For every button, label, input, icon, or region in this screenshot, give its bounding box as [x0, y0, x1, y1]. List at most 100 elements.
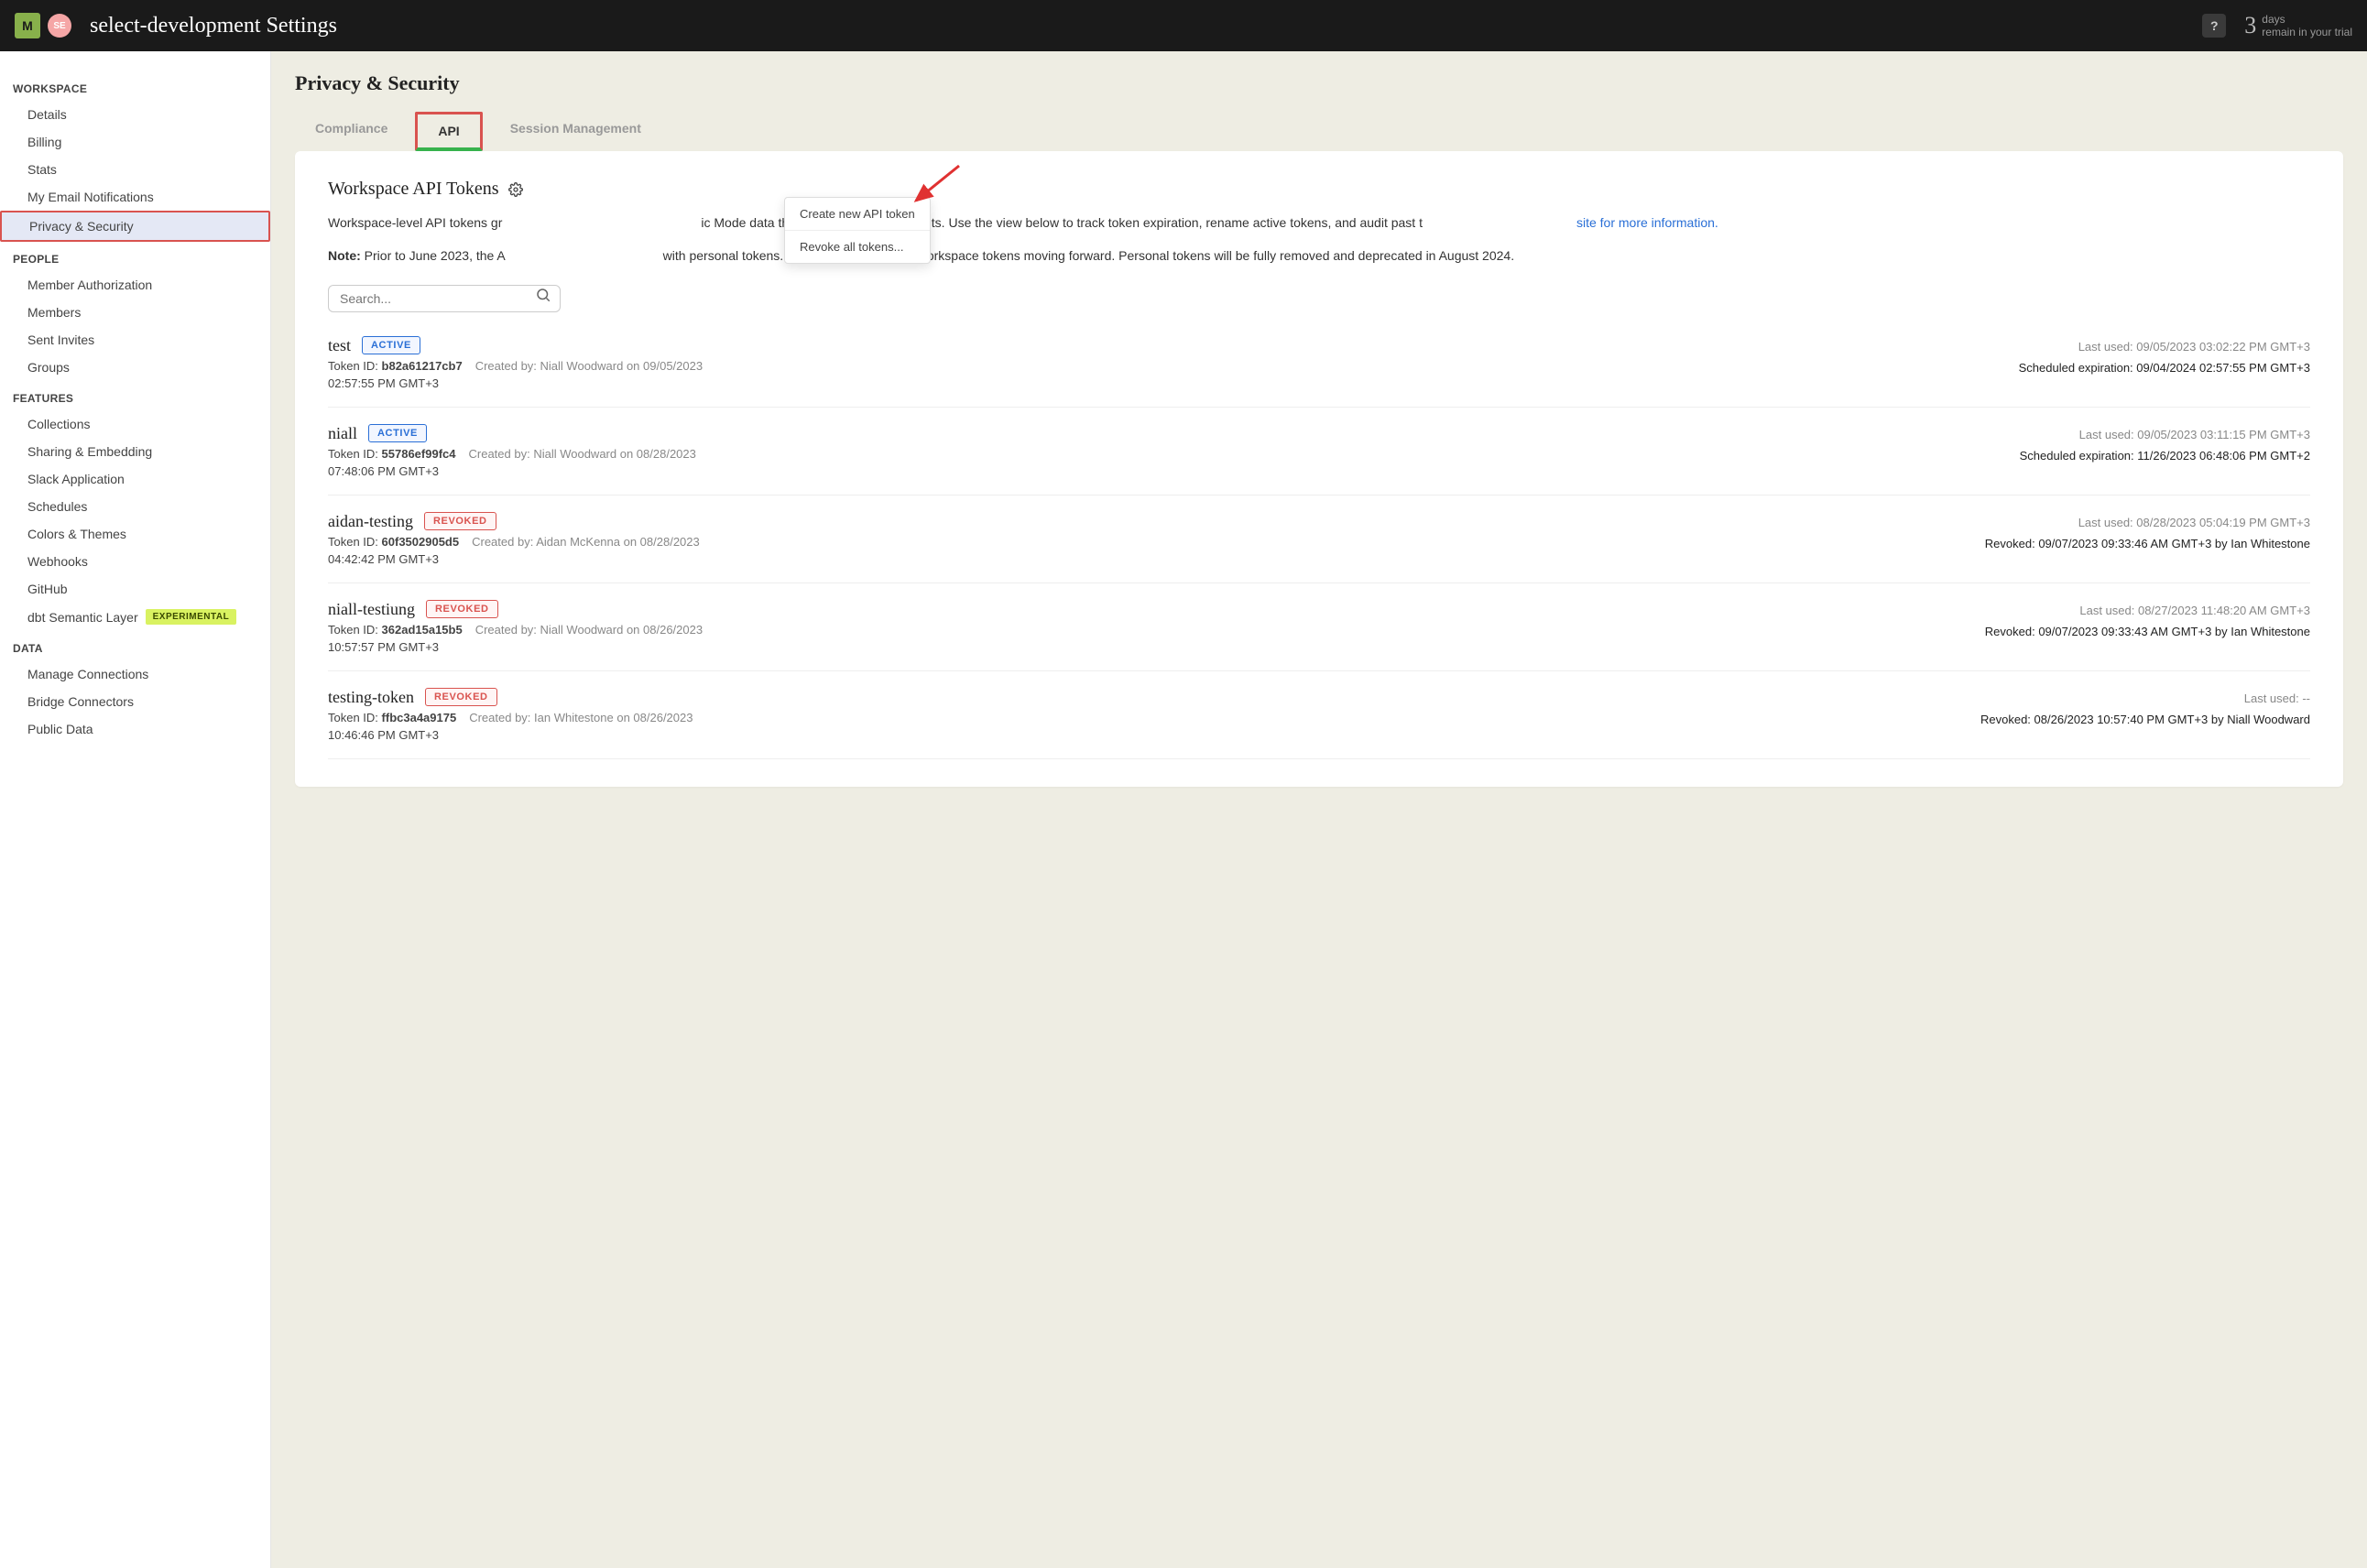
token-right-info: Last used: 08/27/2023 11:48:20 AM GMT+3R…: [1985, 600, 2310, 654]
token-row[interactable]: niall-testiung REVOKED Token ID: 362ad15a1…: [328, 583, 2310, 671]
avatar[interactable]: SE: [48, 14, 71, 38]
sidebar-item-label: Colors & Themes: [27, 527, 126, 541]
trial-days-label: days remain in your trial: [2262, 13, 2352, 39]
token-right-info: Last used: 09/05/2023 03:02:22 PM GMT+3S…: [2019, 336, 2310, 390]
sidebar: WORKSPACE Details Billing Stats My Email Not…: [0, 51, 271, 1568]
main-content: Privacy & Security ComplianceAPISession …: [271, 51, 2367, 1568]
token-right-info: Last used: 09/05/2023 03:11:15 PM GMT+3S…: [2020, 424, 2310, 478]
trial-status[interactable]: 3 days remain in your trial: [2244, 12, 2352, 39]
sidebar-item[interactable]: Sharing & Embedding: [0, 438, 270, 465]
main-heading: Privacy & Security: [295, 71, 2343, 95]
sidebar-item-label: Billing: [27, 135, 61, 149]
sidebar-item-label: Sent Invites: [27, 332, 94, 347]
search-wrap: [328, 285, 2310, 312]
sidebar-item[interactable]: Manage Connections: [0, 660, 270, 688]
status-badge: REVOKED: [424, 512, 496, 530]
token-row[interactable]: aidan-testingREVOKEDToken ID: 60f3502905…: [328, 495, 2310, 583]
sidebar-item-label: Member Authorization: [27, 278, 152, 292]
token-time: 10:46:46 PM GMT+3: [328, 728, 1980, 742]
token-row[interactable]: testACTIVEToken ID: b82a61217cb7Created …: [328, 320, 2310, 408]
sidebar-item[interactable]: Collections: [0, 410, 270, 438]
sidebar-item[interactable]: Webhooks: [0, 548, 270, 575]
token-name: aidan-testing: [328, 512, 413, 531]
page-title: select-development Settings: [90, 14, 337, 38]
sidebar-item[interactable]: dbt Semantic Layer EXPERIMENTAL: [0, 603, 270, 631]
token-time: 07:48:06 PM GMT+3: [328, 464, 2020, 478]
sidebar-item[interactable]: Public Data: [0, 715, 270, 743]
sidebar-heading: PEOPLE: [0, 242, 270, 271]
search-input[interactable]: [328, 285, 561, 312]
sidebar-item[interactable]: Members: [0, 299, 270, 326]
sidebar-item-label: Privacy & Security: [29, 219, 134, 234]
trial-days-number: 3: [2244, 12, 2256, 39]
tab[interactable]: Compliance: [295, 112, 408, 151]
api-panel: Create new API token Revoke all tokens..…: [295, 151, 2343, 787]
sidebar-item[interactable]: Billing: [0, 128, 270, 156]
section-title: Workspace API Tokens: [328, 179, 2310, 200]
sidebar-heading: WORKSPACE: [0, 71, 270, 101]
sidebar-item-label: Bridge Connectors: [27, 694, 134, 709]
token-meta: Token ID: ffbc3a4a9175Created by: Ian Wh…: [328, 711, 1980, 724]
sidebar-item-label: Groups: [27, 360, 70, 375]
status-badge: ACTIVE: [362, 336, 420, 354]
sidebar-item[interactable]: My Email Notifications: [0, 183, 270, 211]
sidebar-item-label: Slack Application: [27, 472, 125, 486]
token-time: 10:57:57 PM GMT+3: [328, 640, 1985, 654]
token-name: niall: [328, 424, 357, 443]
sidebar-item[interactable]: Stats: [0, 156, 270, 183]
create-token-menu-item[interactable]: Create new API token: [785, 198, 930, 231]
token-list: testACTIVEToken ID: b82a61217cb7Created …: [328, 320, 2310, 759]
token-right-info: Last used: 08/28/2023 05:04:19 PM GMT+3R…: [1985, 512, 2310, 566]
status-badge: REVOKED: [425, 688, 497, 706]
sidebar-item[interactable]: Bridge Connectors: [0, 688, 270, 715]
experimental-badge: EXPERIMENTAL: [146, 609, 237, 625]
token-name: testing-token: [328, 688, 414, 707]
sidebar-item-label: GitHub: [27, 582, 68, 596]
tabs: ComplianceAPISession Management: [295, 112, 2343, 151]
token-meta: Token ID: b82a61217cb7Created by: Niall …: [328, 359, 2019, 373]
sidebar-item[interactable]: Details: [0, 101, 270, 128]
token-actions-menu: Create new API token Revoke all tokens..…: [784, 197, 931, 264]
sidebar-item-label: Details: [27, 107, 67, 122]
sidebar-item-label: dbt Semantic Layer: [27, 610, 138, 625]
sidebar-item[interactable]: Sent Invites: [0, 326, 270, 354]
gear-icon[interactable]: [508, 182, 523, 197]
tab[interactable]: Session Management: [490, 112, 661, 151]
sidebar-item[interactable]: Member Authorization: [0, 271, 270, 299]
note-text: Note: Prior to June 2023, the Axxxxxxxxx…: [328, 245, 2310, 266]
search-icon: [535, 287, 551, 303]
token-name: niall-testiung: [328, 600, 415, 619]
sidebar-heading: DATA: [0, 631, 270, 660]
status-badge: REVOKED: [426, 600, 498, 618]
sidebar-item-label: My Email Notifications: [27, 190, 154, 204]
token-meta: Token ID: 55786ef99fc4Created by: Niall …: [328, 447, 2020, 461]
logo-icon[interactable]: M: [15, 13, 40, 38]
more-info-link[interactable]: site for more information.: [1576, 215, 1718, 230]
token-time: 04:42:42 PM GMT+3: [328, 552, 1985, 566]
tab[interactable]: API: [415, 112, 482, 151]
sidebar-item[interactable]: Privacy & Security: [0, 211, 270, 242]
status-badge: ACTIVE: [368, 424, 427, 442]
sidebar-item[interactable]: Schedules: [0, 493, 270, 520]
token-row[interactable]: testing-token REVOKED Token ID: ffbc3a4a91…: [328, 671, 2310, 759]
token-meta: Token ID: 362ad15a15b5Created by: Niall …: [328, 623, 1985, 637]
sidebar-item[interactable]: Groups: [0, 354, 270, 381]
sidebar-heading: FEATURES: [0, 381, 270, 410]
sidebar-item-label: Members: [27, 305, 81, 320]
sidebar-item-label: Public Data: [27, 722, 93, 736]
token-right-info: Last used: --Revoked: 08/26/2023 10:57:4…: [1980, 688, 2310, 742]
help-icon[interactable]: ?: [2202, 14, 2226, 38]
sidebar-item-label: Stats: [27, 162, 57, 177]
sidebar-item[interactable]: Colors & Themes: [0, 520, 270, 548]
description-text: Workspace-level API tokens grxxxxxxxxxxx…: [328, 212, 2310, 233]
sidebar-item[interactable]: Slack Application: [0, 465, 270, 493]
topbar: M SE select-development Settings ? 3 day…: [0, 0, 2367, 51]
token-row[interactable]: niall ACTIVE Token ID: 55786ef99fc4Created…: [328, 408, 2310, 495]
token-time: 02:57:55 PM GMT+3: [328, 376, 2019, 390]
sidebar-item-label: Collections: [27, 417, 90, 431]
revoke-all-menu-item[interactable]: Revoke all tokens...: [785, 231, 930, 263]
sidebar-item[interactable]: GitHub: [0, 575, 270, 603]
sidebar-item-label: Webhooks: [27, 554, 88, 569]
sidebar-item-label: Manage Connections: [27, 667, 148, 681]
sidebar-item-label: Sharing & Embedding: [27, 444, 152, 459]
